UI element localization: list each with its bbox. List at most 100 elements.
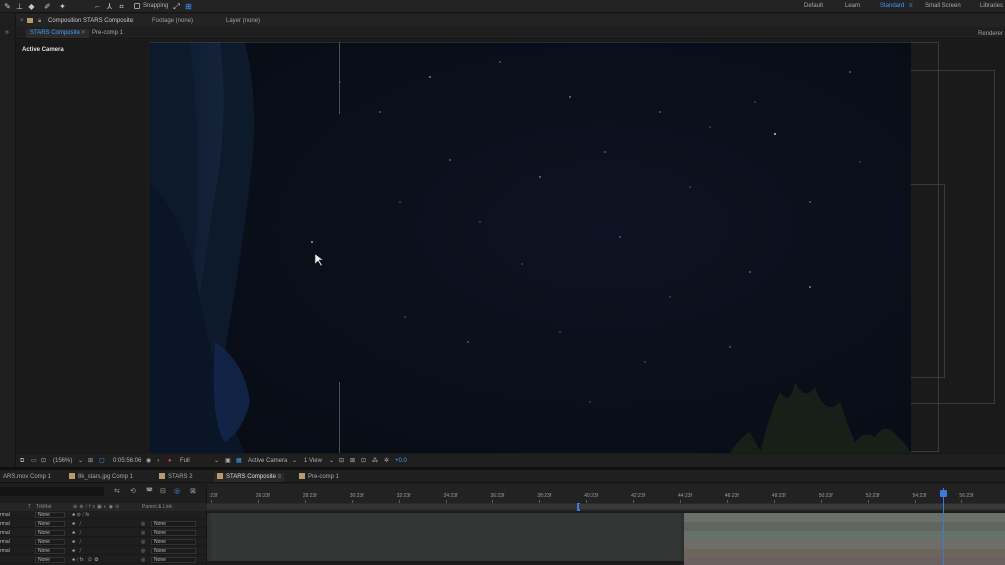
- shy-icon[interactable]: ♣ ⧸: [72, 521, 81, 527]
- current-time[interactable]: 0:05:56:06: [113, 457, 141, 465]
- parent-dropdown[interactable]: None: [151, 521, 196, 527]
- parent-column-header[interactable]: Parent & Link: [142, 504, 172, 510]
- layer-row[interactable]: rmal None ♣ ⧸ ◎ None: [0, 547, 207, 555]
- tab-stars-composite[interactable]: STARS Composite ×: [26, 29, 90, 38]
- transparency-grid-icon[interactable]: ▦: [236, 457, 242, 465]
- snapping-icon[interactable]: ⤢: [172, 2, 181, 11]
- fast-previews-icon[interactable]: ⊠: [350, 457, 355, 465]
- timeline-tab-stars-2[interactable]: STARS 2: [156, 473, 196, 482]
- motion-blur-icon[interactable]: ◎: [174, 488, 180, 495]
- exposure-reset-icon[interactable]: ✲: [384, 457, 389, 465]
- trkmat-dropdown[interactable]: None: [35, 548, 65, 554]
- magnification-dropdown[interactable]: (156%): [53, 457, 72, 465]
- layer-bar[interactable]: [684, 531, 1005, 540]
- shy-icon[interactable]: ♣ ⊘ ⧸ fx: [72, 512, 89, 518]
- snap-options-icon[interactable]: ⊞: [184, 2, 193, 11]
- footage-panel-tab[interactable]: Footage (none): [152, 18, 193, 24]
- graph-editor-icon[interactable]: ⊠: [190, 488, 196, 495]
- exposure-value[interactable]: +0.0: [395, 457, 407, 465]
- local-axis-icon[interactable]: ⌐: [93, 2, 102, 11]
- layer-bar[interactable]: [684, 513, 1005, 522]
- tab-pre-comp-1[interactable]: Pre-comp 1: [88, 29, 127, 38]
- blend-mode[interactable]: rmal: [0, 539, 10, 545]
- chevron-down-icon[interactable]: ⌄: [292, 457, 297, 465]
- timeline-tab-stars-composite[interactable]: STARS Composite ≡: [214, 473, 285, 482]
- trkmat-column-header[interactable]: TrkMat: [36, 504, 51, 510]
- blend-mode[interactable]: rmal: [0, 548, 10, 554]
- time-ruler[interactable]: :23f 26:23f 28:23f 30:23f 32:23f 34:23f 36:23f…: [207, 484, 1005, 503]
- eraser-tool-icon[interactable]: ◆: [27, 2, 36, 11]
- layer-row[interactable]: rmal None ♣ ⧸ ◎ None: [0, 520, 207, 528]
- chevron-down-icon[interactable]: ⌄: [214, 457, 219, 465]
- masks-icon[interactable]: ⊡: [41, 457, 46, 465]
- trkmat-dropdown[interactable]: None: [35, 539, 65, 545]
- trkmat-dropdown[interactable]: None: [35, 530, 65, 536]
- playhead-line[interactable]: [943, 488, 944, 565]
- trkmat-dropdown[interactable]: None: [35, 512, 65, 518]
- flowchart-icon[interactable]: ⁂: [372, 457, 378, 465]
- trkmat-dropdown[interactable]: None: [35, 521, 65, 527]
- camera-snapshot-icon[interactable]: ◉: [146, 457, 151, 465]
- workspace-standard[interactable]: Standard: [880, 3, 904, 9]
- timeline-tracks[interactable]: [207, 511, 1005, 565]
- region-of-interest-icon[interactable]: ▢: [99, 457, 105, 465]
- toggle-pixel-aspect-icon[interactable]: ⊟: [339, 457, 344, 465]
- shy-icon[interactable]: ♣ ⧸: [72, 548, 81, 554]
- timeline-tab-ars-mov-comp[interactable]: ARS.mov Comp 1: [0, 473, 54, 482]
- parent-dropdown[interactable]: None: [151, 539, 196, 545]
- panel-menu-icon[interactable]: ≡: [278, 474, 282, 480]
- color-channel-icon[interactable]: ●: [168, 457, 172, 465]
- pickwhip-icon[interactable]: ◎: [141, 521, 145, 527]
- blend-mode[interactable]: rmal: [0, 521, 10, 527]
- snapping-checkbox[interactable]: [134, 3, 140, 9]
- shy-layers-icon[interactable]: ◚: [146, 488, 153, 495]
- shy-icon[interactable]: ♣ ⧸: [72, 539, 81, 545]
- renderer-label[interactable]: Renderer: [978, 31, 1003, 37]
- layer-bar[interactable]: [684, 549, 1005, 558]
- monitor-icon[interactable]: ▭: [31, 457, 37, 465]
- workspace-menu-icon[interactable]: ≡: [909, 3, 913, 9]
- resolution-dropdown[interactable]: Full: [180, 457, 190, 465]
- puppet-pin-icon[interactable]: ✦: [58, 2, 67, 11]
- layer-search-input[interactable]: [0, 487, 104, 496]
- camera-dropdown[interactable]: Active Camera: [248, 457, 287, 465]
- blend-mode[interactable]: rmal: [0, 530, 10, 536]
- close-icon[interactable]: ×: [82, 30, 86, 36]
- composition-panel-tab[interactable]: Composition STARS Composite: [48, 18, 133, 24]
- roto-brush-icon[interactable]: ✐: [43, 2, 52, 11]
- stamp-tool-icon[interactable]: ⊥: [15, 2, 24, 11]
- comp-mini-flowchart-icon[interactable]: ⇆: [114, 488, 120, 495]
- views-dropdown[interactable]: 1 View: [304, 457, 322, 465]
- viewer-canvas[interactable]: [150, 42, 911, 453]
- workspace-small-screen[interactable]: Small Screen: [925, 3, 961, 9]
- playhead-handle[interactable]: [940, 490, 947, 497]
- layer-row[interactable]: rmal None ♣ ⧸ ◎ None: [0, 529, 207, 537]
- chevron-down-icon[interactable]: ⌄: [78, 457, 83, 465]
- frame-blending-icon[interactable]: ⊟: [160, 488, 166, 495]
- workspace-learn[interactable]: Learn: [845, 3, 860, 9]
- shy-icon[interactable]: ♣ ⧸: [72, 530, 81, 536]
- pickwhip-icon[interactable]: ◎: [141, 539, 145, 545]
- always-preview-icon[interactable]: ⧉: [20, 457, 24, 465]
- pickwhip-icon[interactable]: ◎: [141, 548, 145, 554]
- parent-dropdown[interactable]: None: [151, 557, 196, 563]
- pickwhip-icon[interactable]: ◎: [141, 557, 145, 563]
- layer-row[interactable]: rmal None ♣ ⧸ ◎ None: [0, 538, 207, 546]
- region-icon[interactable]: ▣: [225, 457, 231, 465]
- pen-tool-icon[interactable]: ✎: [3, 2, 12, 11]
- shy-icon[interactable]: ♣ ⧸ fx ⊘ ◎: [72, 557, 98, 563]
- layer-bar[interactable]: [684, 522, 1005, 531]
- parent-dropdown[interactable]: None: [151, 530, 196, 536]
- workspace-libraries[interactable]: Libraries: [980, 3, 1003, 9]
- layer-bar[interactable]: [684, 558, 1005, 565]
- layer-bar[interactable]: [211, 513, 681, 561]
- timeline-tab-pre-comp-1[interactable]: Pre-comp 1: [296, 473, 342, 482]
- timeline-tab-8k-stars-comp[interactable]: 8k_stars.jpg Comp 1: [66, 473, 136, 482]
- trkmat-dropdown[interactable]: None: [35, 557, 65, 563]
- world-axis-icon[interactable]: ⅄: [105, 2, 114, 11]
- layer-row[interactable]: None ♣ ⧸ fx ⊘ ◎ ◎ None: [0, 556, 207, 564]
- layer-panel-tab[interactable]: Layer (none): [226, 18, 260, 24]
- expand-panel-icon[interactable]: »: [5, 29, 9, 36]
- pickwhip-icon[interactable]: ◎: [141, 530, 145, 536]
- grid-icon[interactable]: ⊞: [88, 457, 93, 465]
